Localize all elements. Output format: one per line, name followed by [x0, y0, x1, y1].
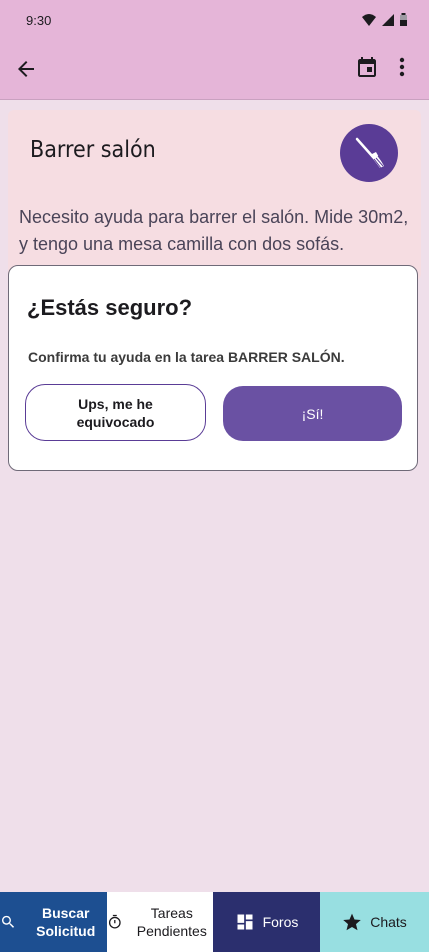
- task-card: Barrer salón Necesito ayuda para barrer …: [8, 110, 421, 280]
- nav-label: Chats: [370, 914, 407, 930]
- task-title: Barrer salón: [30, 137, 156, 163]
- wifi-icon: [362, 13, 376, 26]
- nav-label: Tareas Pendientes: [136, 905, 207, 939]
- timer-icon: [108, 914, 121, 929]
- back-arrow-icon[interactable]: [14, 57, 38, 81]
- star-icon: [343, 913, 361, 931]
- battery-icon: [400, 13, 407, 26]
- app-bar: [0, 40, 429, 100]
- dialog-title: ¿Estás seguro?: [27, 295, 193, 320]
- task-description: Necesito ayuda para barrer el salón. Mid…: [19, 207, 409, 254]
- calendar-icon[interactable]: [355, 55, 379, 79]
- cancel-button[interactable]: Ups, me he equivocado: [25, 384, 206, 441]
- bottom-nav: Buscar Solicitud Tareas Pendientes Foros…: [0, 892, 429, 952]
- nav-item-forums[interactable]: Foros: [213, 892, 320, 952]
- nav-item-chats[interactable]: Chats: [320, 892, 429, 952]
- nav-label: Foros: [262, 914, 299, 930]
- search-icon: [2, 915, 15, 928]
- confirm-dialog: ¿Estás seguro? Confirma tu ayuda en la t…: [8, 265, 418, 471]
- status-icons: [362, 13, 407, 26]
- broom-icon: [355, 137, 385, 169]
- more-vert-icon[interactable]: [397, 55, 407, 79]
- task-avatar: [340, 124, 398, 182]
- nav-item-search[interactable]: Buscar Solicitud: [0, 892, 107, 952]
- dialog-message: Confirma tu ayuda en la tarea BARRER SAL…: [28, 349, 345, 365]
- dashboard-icon: [237, 914, 253, 930]
- status-bar: 9:30: [0, 0, 429, 40]
- nav-label: Buscar Solicitud: [36, 905, 96, 939]
- status-time: 9:30: [26, 13, 52, 28]
- nav-item-pending[interactable]: Tareas Pendientes: [107, 892, 213, 952]
- signal-icon: [382, 13, 394, 26]
- confirm-button[interactable]: ¡Sí!: [223, 386, 402, 441]
